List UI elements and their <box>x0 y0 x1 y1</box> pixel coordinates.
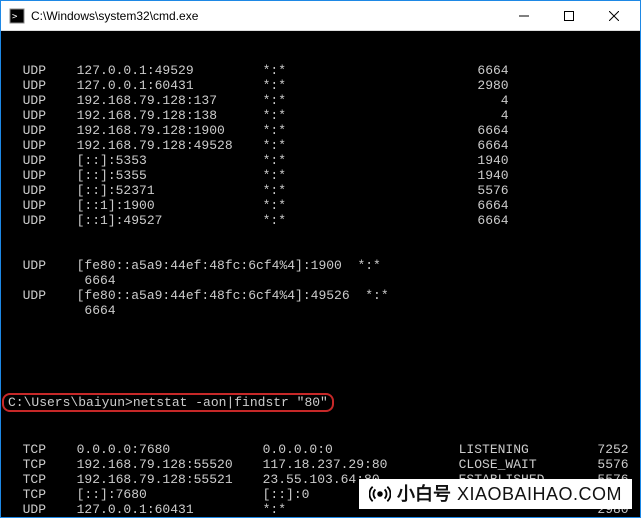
command-line: C:\Users\baiyun>netstat -aon|findstr "80… <box>7 393 634 412</box>
netstat-row: UDP192.168.79.128:1900*:*6664 <box>7 123 634 138</box>
netstat-row: UDP[::]:5353*:*1940 <box>7 153 634 168</box>
netstat-row: UDP127.0.0.1:60431*:*2980 <box>7 502 634 517</box>
netstat-row: UDP192.168.79.128:49528*:*6664 <box>7 138 634 153</box>
terminal-output[interactable]: UDP127.0.0.1:49529*:*6664 UDP127.0.0.1:6… <box>1 31 640 517</box>
svg-text:>: > <box>12 12 18 22</box>
netstat-row: UDP[::]:5355*:*1940 <box>7 168 634 183</box>
blank-line <box>7 348 634 363</box>
minimize-button[interactable] <box>501 1 546 30</box>
titlebar[interactable]: > C:\Windows\system32\cmd.exe <box>1 1 640 31</box>
close-button[interactable] <box>591 1 636 30</box>
netstat-row: UDP127.0.0.1:49529*:*6664 <box>7 63 634 78</box>
netstat-row: TCP[::]:7680[::]:0LISTENING7252 <box>7 487 634 502</box>
netstat-row: TCP192.168.79.128:5552123.55.103.64:80ES… <box>7 472 634 487</box>
netstat-row: UDP[::1]:49527*:*6664 <box>7 213 634 228</box>
window-title: C:\Windows\system32\cmd.exe <box>31 9 501 23</box>
maximize-button[interactable] <box>546 1 591 30</box>
netstat-row: TCP192.168.79.128:55520117.18.237.29:80C… <box>7 457 634 472</box>
netstat-row: UDP[::]:52371*:*5576 <box>7 183 634 198</box>
netstat-row: UDP[fe80::a5a9:44ef:48fc:6cf4%4]:1900 *:… <box>7 258 634 273</box>
typed-command: netstat -aon|findstr "80" <box>133 395 328 410</box>
netstat-row-cont: 6664 <box>7 273 634 288</box>
netstat-row: UDP[::1]:1900*:*6664 <box>7 198 634 213</box>
netstat-row: UDP[fe80::a5a9:44ef:48fc:6cf4%4]:49526 *… <box>7 288 634 303</box>
netstat-row-cont: 6664 <box>7 303 634 318</box>
window-controls <box>501 1 636 30</box>
cmd-window: > C:\Windows\system32\cmd.exe UDP127.0.0… <box>0 0 641 518</box>
cmd-icon: > <box>9 8 25 24</box>
netstat-row: UDP192.168.79.128:137*:*4 <box>7 93 634 108</box>
prompt: C:\Users\baiyun> <box>8 395 133 410</box>
netstat-row: TCP0.0.0.0:76800.0.0.0:0LISTENING7252 <box>7 442 634 457</box>
netstat-row: UDP127.0.0.1:60431*:*2980 <box>7 78 634 93</box>
netstat-row: UDP192.168.79.128:138*:*4 <box>7 108 634 123</box>
